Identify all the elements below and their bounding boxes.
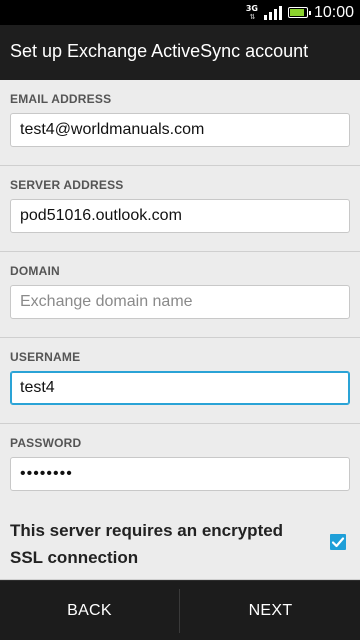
status-time: 10:00 <box>313 3 354 21</box>
username-label: USERNAME <box>10 350 81 364</box>
server-address-field[interactable] <box>10 199 350 233</box>
domain-label: DOMAIN <box>10 264 60 278</box>
domain-field[interactable] <box>10 285 350 319</box>
server-label: SERVER ADDRESS <box>10 178 124 192</box>
data-arrows-icon: ⇅ <box>249 12 255 21</box>
email-section: EMAIL ADDRESS <box>0 80 360 166</box>
page-title: Set up Exchange ActiveSync account <box>10 41 309 61</box>
title-bar: Set up Exchange ActiveSync account <box>0 25 360 80</box>
ssl-checkbox[interactable] <box>330 534 346 550</box>
account-form: EMAIL ADDRESS SERVER ADDRESS DOMAIN USER… <box>0 80 360 580</box>
battery-icon <box>287 7 311 18</box>
status-bar: 3G ⇅ 10:00 <box>0 0 360 25</box>
username-field[interactable] <box>10 371 350 405</box>
setup-screen: 3G ⇅ 10:00 Set up Exchange ActiveSync ac… <box>0 0 360 640</box>
domain-section: DOMAIN <box>0 252 360 338</box>
email-label: EMAIL ADDRESS <box>10 92 112 106</box>
password-field[interactable] <box>10 457 350 491</box>
username-section: USERNAME <box>0 338 360 424</box>
button-divider <box>179 589 180 633</box>
status-icons: 3G ⇅ 10:00 <box>246 0 354 25</box>
password-label: PASSWORD <box>10 436 82 450</box>
password-section: PASSWORD <box>0 424 360 510</box>
back-button[interactable]: BACK <box>0 581 179 640</box>
network-type-icon: 3G ⇅ <box>245 3 258 21</box>
signal-strength-icon <box>263 5 282 20</box>
network-type-label: 3G <box>245 3 258 13</box>
ssl-option-label: This server requires an encrypted SSL co… <box>10 521 284 567</box>
battery-fill <box>289 9 304 16</box>
server-section: SERVER ADDRESS <box>0 166 360 252</box>
next-button[interactable]: NEXT <box>181 581 360 640</box>
bottom-action-bar: BACK NEXT <box>0 580 360 640</box>
ssl-option-row[interactable]: This server requires an encrypted SSL co… <box>0 511 360 580</box>
checkmark-icon <box>331 537 345 548</box>
email-field[interactable] <box>10 113 350 147</box>
